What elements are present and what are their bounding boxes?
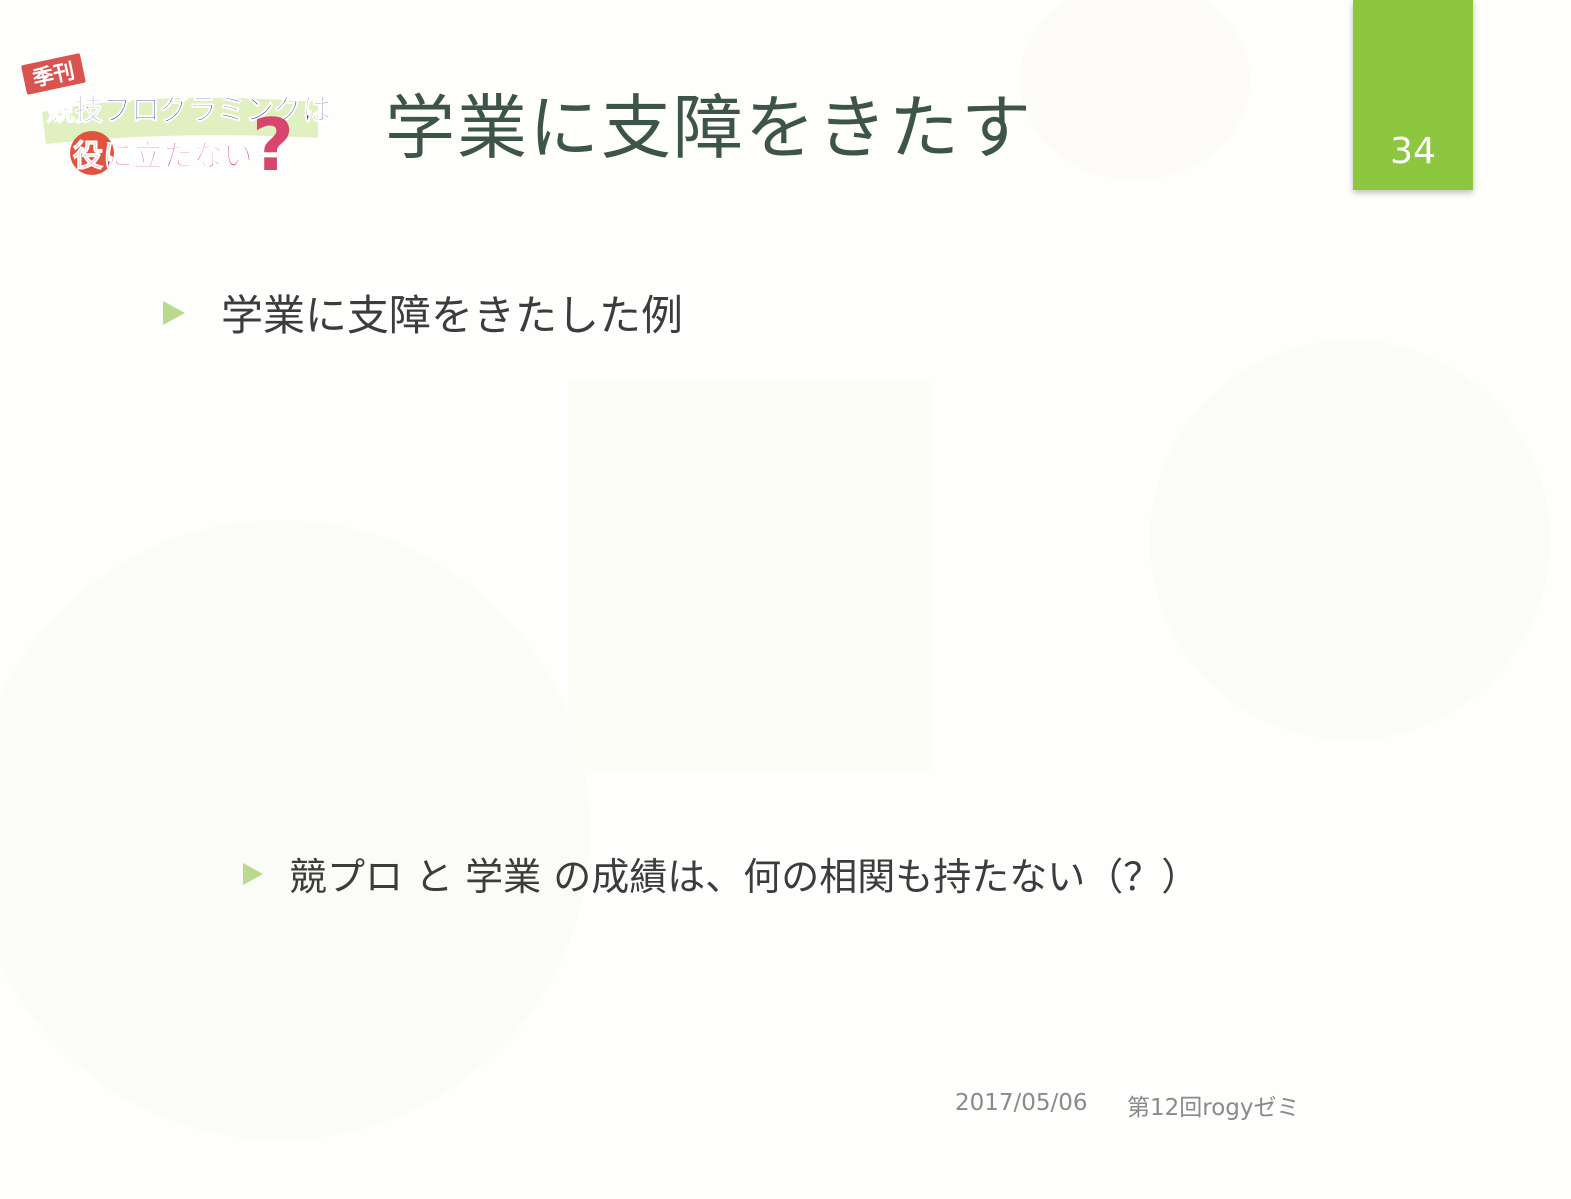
footer-event: 第12回rogyゼミ [1127, 1095, 1300, 1121]
logo-line2-text: 役に立たない [73, 139, 253, 174]
slide-title: 学業に支障をきたす [385, 87, 1033, 169]
bullet-arrow-icon [163, 300, 185, 325]
background-circle [1020, 0, 1250, 180]
bullet-arrow-icon [243, 862, 263, 885]
sub-bullet-text: 競プロ と 学業 の成績は、何の相関も持たない（？） [289, 855, 1200, 899]
page-number: 34 [1390, 131, 1436, 172]
background-panel [568, 378, 930, 770]
page-number-tab: 34 [1353, 0, 1473, 190]
logo: 季刊 競技プログラミングは 役に立たない ? [18, 50, 338, 187]
logo-graphic: 季刊 競技プログラミングは 役に立たない ? [19, 51, 332, 187]
slide: 季刊 競技プログラミングは 役に立たない ? 学業に支障をきたす 34 学業に支… [0, 0, 1571, 1199]
bullet-item: 学業に支障をきたした例 [163, 282, 683, 343]
logo-question-mark: ? [252, 103, 294, 185]
background-circle [1150, 340, 1550, 740]
footer-date: 2017/05/06 [955, 1090, 1088, 1116]
bullet-text: 学業に支障をきたした例 [221, 291, 684, 340]
sub-bullet-item: 競プロ と 学業 の成績は、何の相関も持たない（？） [243, 846, 1199, 901]
background-circle [0, 520, 590, 1140]
